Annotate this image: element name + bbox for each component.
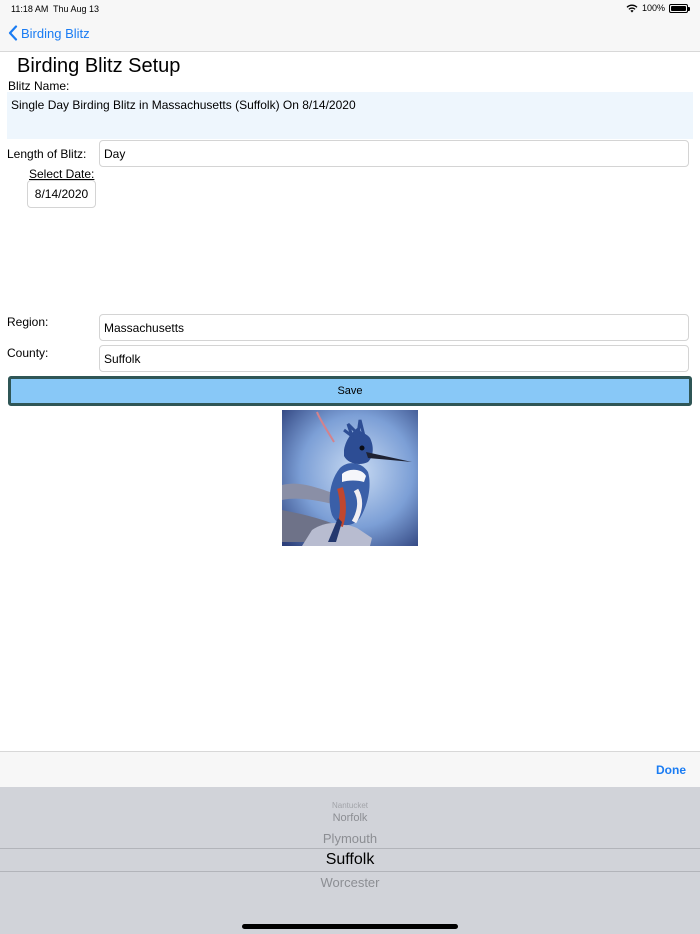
picker-item[interactable]: Nantucket bbox=[0, 801, 700, 810]
length-field[interactable]: Day bbox=[99, 140, 689, 167]
picker-item[interactable]: Plymouth bbox=[0, 831, 700, 846]
status-indicators: 100% bbox=[626, 3, 690, 13]
status-date: Thu Aug 13 bbox=[53, 4, 100, 14]
save-button[interactable]: Save bbox=[8, 376, 692, 406]
wifi-icon bbox=[626, 4, 638, 12]
blitz-name-field[interactable]: Single Day Birding Blitz in Massachusett… bbox=[7, 92, 693, 139]
status-bar: 11:18 AM Thu Aug 13 100% bbox=[0, 0, 700, 18]
region-field[interactable]: Massachusetts bbox=[99, 314, 689, 341]
picker-item[interactable]: Norfolk bbox=[0, 812, 700, 824]
region-label: Region: bbox=[7, 315, 49, 329]
picker-selection-top-line bbox=[0, 848, 700, 849]
county-label: County: bbox=[7, 346, 49, 360]
picker-item-selected[interactable]: Suffolk bbox=[0, 851, 700, 869]
picker-item[interactable]: Worcester bbox=[0, 875, 700, 890]
kingfisher-photo bbox=[282, 410, 418, 546]
county-field[interactable]: Suffolk bbox=[99, 345, 689, 372]
picker-selection-bottom-line bbox=[0, 871, 700, 872]
select-date-label[interactable]: Select Date: bbox=[29, 167, 94, 181]
back-label: Birding Blitz bbox=[21, 25, 90, 41]
page-title: Birding Blitz Setup bbox=[17, 55, 181, 77]
date-field[interactable]: 8/14/2020 bbox=[27, 180, 96, 208]
battery-percent: 100% bbox=[641, 3, 665, 13]
back-button[interactable]: Birding Blitz bbox=[8, 25, 90, 41]
length-label: Length of Blitz: bbox=[7, 147, 87, 161]
blitz-name-label: Blitz Name: bbox=[8, 79, 70, 93]
navigation-bar: Birding Blitz bbox=[0, 18, 700, 52]
home-indicator bbox=[242, 924, 458, 929]
chevron-left-icon bbox=[8, 25, 18, 41]
county-picker[interactable]: Nantucket Norfolk Plymouth Suffolk Worce… bbox=[0, 787, 700, 934]
picker-toolbar: Done bbox=[0, 751, 700, 787]
status-time: 11:18 AM bbox=[11, 4, 49, 14]
battery-icon bbox=[669, 3, 690, 13]
done-button[interactable]: Done bbox=[656, 763, 686, 777]
